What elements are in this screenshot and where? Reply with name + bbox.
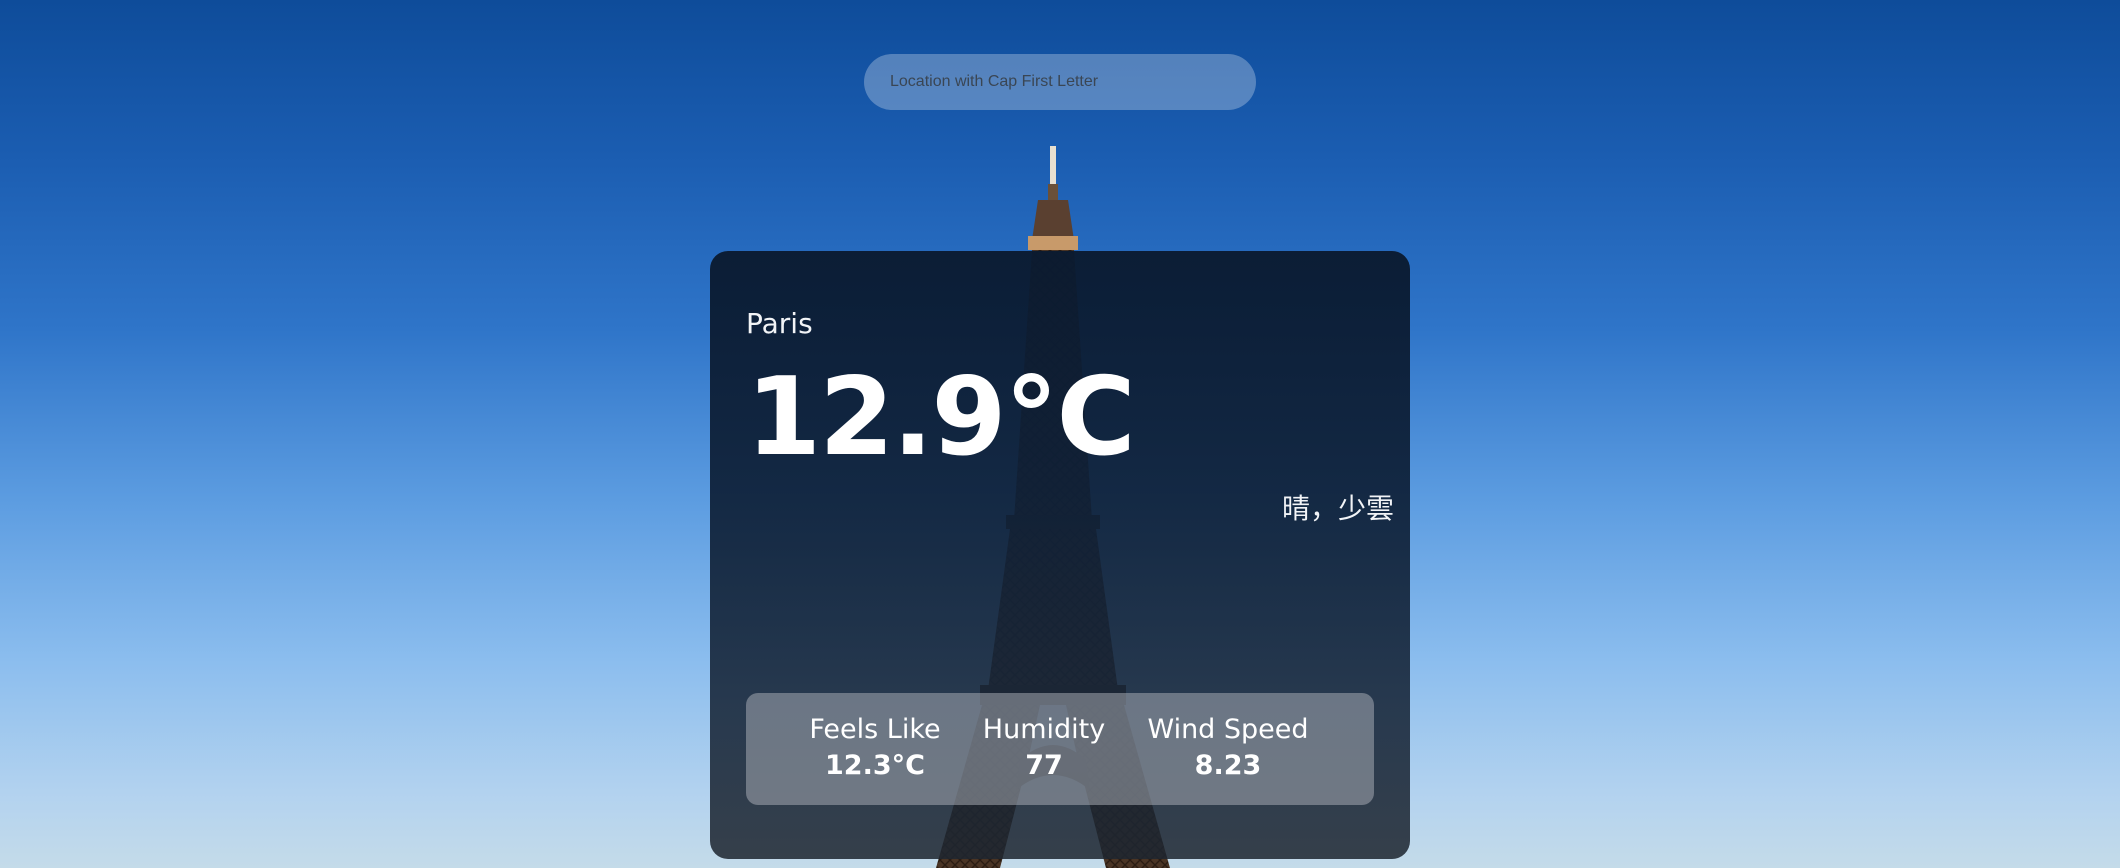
- location-search-input[interactable]: [864, 54, 1256, 110]
- feels-like-stat: Feels Like 12.3°C: [809, 713, 940, 785]
- weather-card: Paris 12.9°C 晴，少雲 Feels Like 12.3°C Humi…: [710, 251, 1410, 859]
- weather-stats-panel: Feels Like 12.3°C Humidity 77 Wind Speed…: [746, 693, 1374, 805]
- humidity-label: Humidity: [982, 714, 1106, 745]
- weather-description: 晴，少雲: [1281, 492, 1394, 525]
- current-temperature: 12.9°C: [746, 355, 1136, 480]
- wind-speed-value: 8.23: [1194, 750, 1262, 781]
- wind-speed-label: Wind Speed: [1147, 714, 1309, 745]
- city-name: Paris: [746, 307, 813, 340]
- wind-speed-stat: Wind Speed 8.23: [1147, 713, 1308, 785]
- feels-like-label: Feels Like: [809, 714, 941, 745]
- humidity-value: 77: [1025, 750, 1063, 781]
- feels-like-value: 12.3°C: [825, 750, 925, 781]
- humidity-stat: Humidity 77: [983, 713, 1105, 785]
